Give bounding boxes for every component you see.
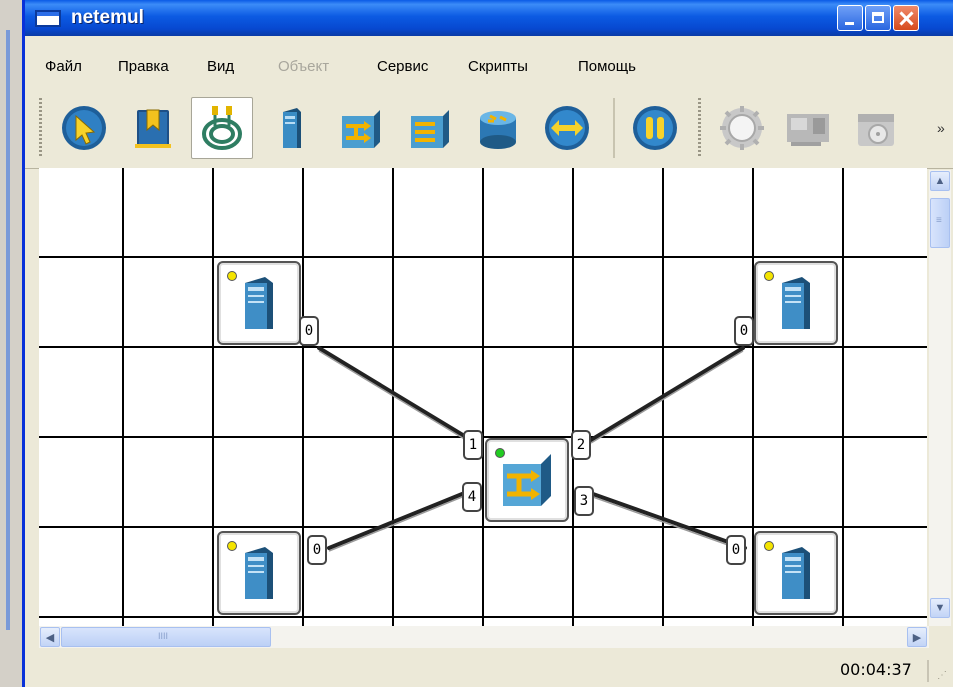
- port-label: 4: [462, 482, 482, 512]
- link-bottom-left: [327, 490, 469, 550]
- app-window: netemul Файл Правка Вид Объект Сервис Ск…: [22, 0, 953, 687]
- status-bar: 00:04:37 ⋰: [25, 652, 953, 687]
- computer-node[interactable]: [217, 531, 301, 615]
- port-label: 1: [463, 430, 483, 460]
- computer-icon: [782, 547, 810, 599]
- pause-tool-button[interactable]: [624, 97, 686, 159]
- hub-tool-button[interactable]: [398, 97, 460, 159]
- horizontal-scrollbar[interactable]: ◀ IIII ▶: [39, 626, 929, 648]
- gear-icon: [720, 106, 764, 150]
- switch-tool-button[interactable]: [329, 97, 391, 159]
- resize-grip-icon[interactable]: ⋰: [937, 670, 947, 681]
- router-tool-button[interactable]: [467, 97, 529, 159]
- settings-tool-button[interactable]: [711, 97, 773, 159]
- router-icon: [480, 111, 516, 149]
- close-button[interactable]: [893, 5, 919, 31]
- computer-node[interactable]: [754, 261, 838, 345]
- hub-icon: [411, 110, 449, 148]
- scroll-right-arrow-icon[interactable]: ▶: [907, 627, 927, 647]
- connection-tool-button[interactable]: [536, 97, 598, 159]
- bookmark-icon: [135, 109, 171, 148]
- thumb-grip: ≡: [936, 215, 942, 226]
- scroll-down-arrow-icon[interactable]: ▼: [930, 598, 950, 618]
- network-card-tool-button[interactable]: [778, 97, 840, 159]
- switch-icon: [342, 110, 380, 148]
- app-window-icon: [35, 10, 61, 27]
- disk-tool-button[interactable]: [845, 97, 907, 159]
- title-bar[interactable]: netemul: [25, 0, 953, 36]
- computer-node[interactable]: [217, 261, 301, 345]
- port-label: 0: [299, 316, 319, 346]
- switch-node[interactable]: [485, 438, 569, 522]
- scroll-left-arrow-icon[interactable]: ◀: [40, 627, 60, 647]
- desktop-edge: [0, 0, 22, 687]
- toolbar-overflow-button[interactable]: »: [937, 120, 945, 136]
- menu-service[interactable]: Сервис: [377, 58, 428, 75]
- status-led: [227, 541, 237, 551]
- network-card-icon: [787, 114, 829, 146]
- link-bottom-right: [591, 492, 747, 550]
- disk-icon: [858, 114, 894, 146]
- maximize-button[interactable]: [865, 5, 891, 31]
- pointer-arrow-icon: [62, 106, 106, 150]
- desktop-strip: [6, 30, 10, 630]
- computer-icon: [782, 277, 810, 329]
- status-separator: [927, 660, 929, 682]
- port-label: 0: [307, 535, 327, 565]
- cable-tool-button[interactable]: [191, 97, 253, 159]
- menu-object[interactable]: Объект: [278, 58, 329, 75]
- thumb-grip: IIII: [158, 631, 169, 641]
- select-tool-button[interactable]: [53, 97, 115, 159]
- port-label: 0: [726, 535, 746, 565]
- note-tool-button[interactable]: [122, 97, 184, 159]
- network-canvas[interactable]: 0 0 0 0 1 2 3 4: [39, 168, 927, 626]
- scroll-up-arrow-icon[interactable]: ▲: [930, 171, 950, 191]
- status-led: [764, 271, 774, 281]
- port-label: 0: [734, 316, 754, 346]
- window-title: netemul: [71, 7, 144, 28]
- computer-node[interactable]: [754, 531, 838, 615]
- minimize-button[interactable]: [837, 5, 863, 31]
- port-label: 3: [574, 486, 594, 516]
- port-label: 2: [571, 430, 591, 460]
- computer-icon: [245, 277, 273, 329]
- link-top-right: [589, 346, 745, 442]
- toolbar: »: [25, 90, 953, 169]
- horizontal-scroll-thumb[interactable]: IIII: [61, 627, 271, 647]
- menu-view[interactable]: Вид: [207, 58, 234, 75]
- computer-tool-button[interactable]: [260, 97, 322, 159]
- cable-icon: [202, 106, 242, 150]
- menu-scripts[interactable]: Скрипты: [468, 58, 528, 75]
- menu-bar: Файл Правка Вид Объект Сервис Скрипты По…: [25, 58, 953, 82]
- menu-file[interactable]: Файл: [45, 58, 82, 75]
- toolbar-separator: [613, 98, 615, 158]
- toolbar-grip-2[interactable]: [698, 98, 701, 158]
- switch-icon: [503, 454, 551, 506]
- menu-edit[interactable]: Правка: [118, 58, 169, 75]
- status-led: [764, 541, 774, 551]
- vertical-scroll-thumb[interactable]: ≡: [930, 198, 950, 248]
- menu-help[interactable]: Помощь: [578, 58, 636, 75]
- pause-icon: [633, 106, 677, 150]
- computer-icon: [283, 108, 301, 148]
- simulation-timer: 00:04:37: [840, 660, 912, 679]
- status-led: [227, 271, 237, 281]
- double-arrow-icon: [545, 106, 589, 150]
- toolbar-grip[interactable]: [39, 98, 42, 158]
- computer-icon: [245, 547, 273, 599]
- link-top-left: [317, 346, 473, 442]
- vertical-scrollbar[interactable]: ▲ ≡ ▼: [929, 170, 951, 626]
